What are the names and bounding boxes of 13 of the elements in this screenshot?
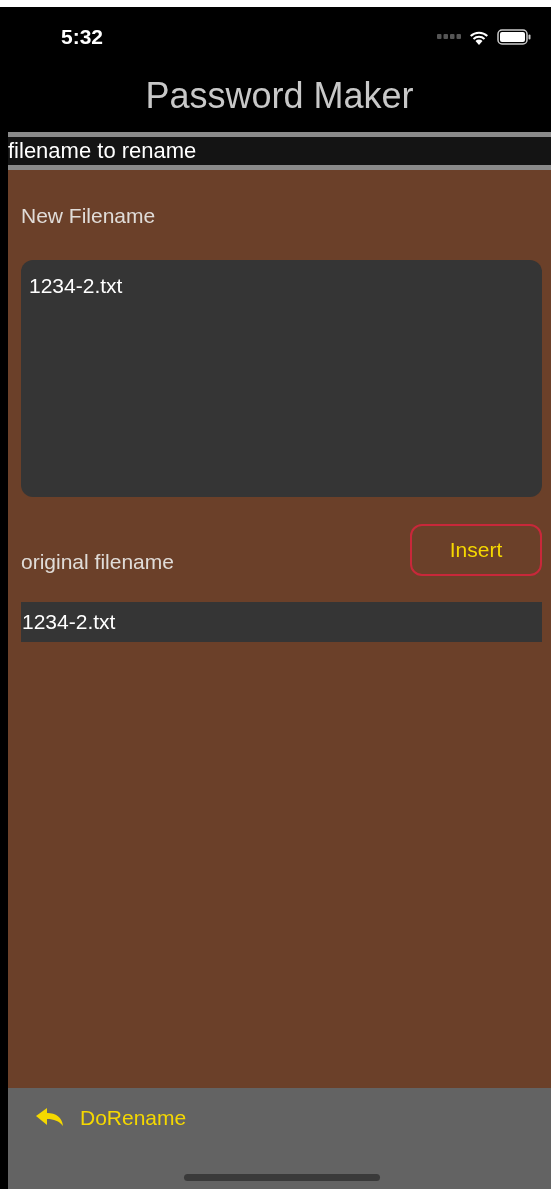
insert-button[interactable]: Insert: [410, 524, 542, 576]
new-filename-field[interactable]: 1234-2.txt: [21, 260, 542, 497]
field-label: original filename: [21, 550, 174, 573]
status-time: 5:32: [61, 25, 104, 49]
do-rename-button[interactable]: DoRename: [32, 1104, 191, 1132]
battery-icon: [497, 29, 531, 45]
section-header: filename to rename: [8, 137, 551, 165]
reply-arrow-icon: [36, 1108, 64, 1128]
field-label: New Filename: [21, 204, 156, 227]
signal-icon: [437, 34, 461, 40]
wifi-icon: [469, 29, 489, 45]
app-title: Password Maker: [145, 74, 414, 117]
original-filename-field[interactable]: 1234-2.txt: [21, 602, 542, 642]
